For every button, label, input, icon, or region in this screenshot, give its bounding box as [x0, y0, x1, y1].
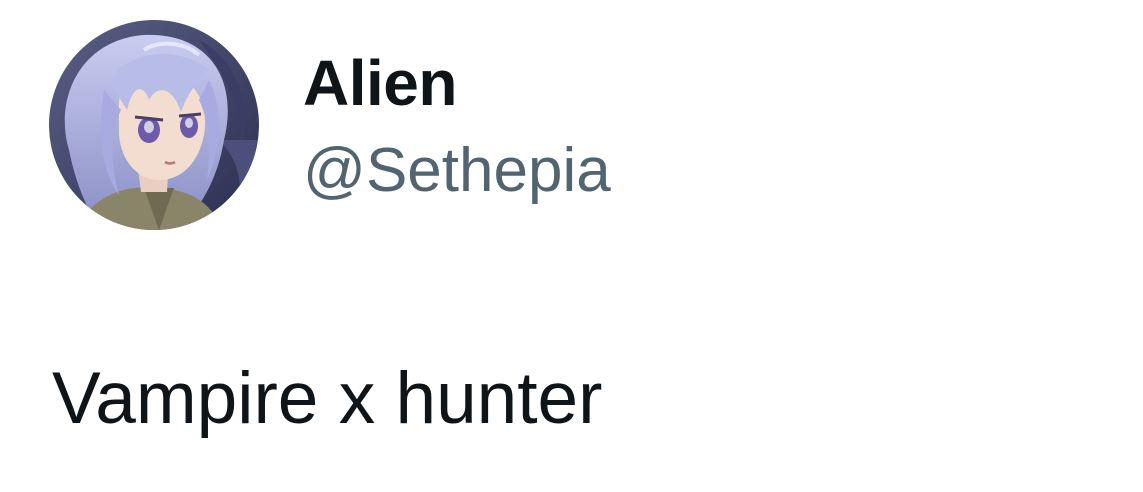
- author-display-name[interactable]: Alien: [303, 51, 457, 115]
- tweet-card: Alien @Sethepia Vampire x hunter: [0, 0, 1143, 492]
- author-handle[interactable]: @Sethepia: [303, 140, 611, 202]
- tweet-text: Vampire x hunter: [52, 358, 603, 439]
- avatar[interactable]: [49, 20, 259, 230]
- avatar-image: [49, 20, 259, 230]
